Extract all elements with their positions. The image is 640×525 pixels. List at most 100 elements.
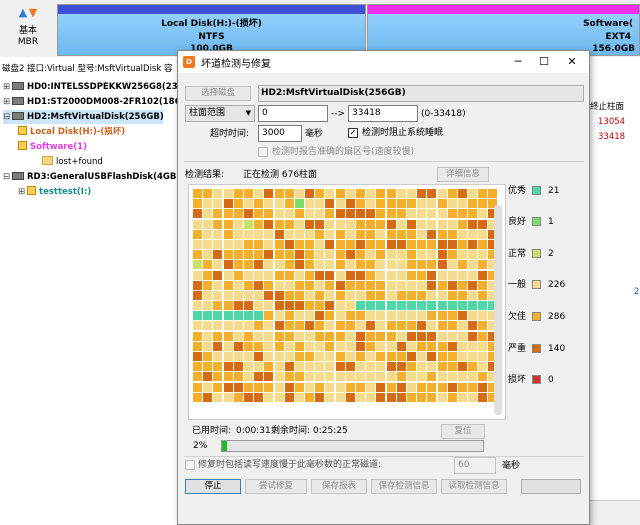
partition-bar-software[interactable]: Software( EXT4 156.0GB [367,4,640,56]
select-disk-button[interactable]: 选择磁盘 [185,86,251,101]
repair-ms-input[interactable]: 60 [454,457,496,474]
cylinder-block [274,341,284,351]
tree-node-hd2[interactable]: ⊟ HD2:MsftVirtualDisk(256GB) [3,110,164,124]
cylinder-block [468,382,478,392]
cylinder-block [386,362,396,372]
cylinder-block [243,362,253,372]
details-button[interactable]: 详细信息 [437,167,489,182]
cylinder-block [437,331,447,341]
reset-button[interactable]: 复位 [441,424,485,439]
cylinder-block [417,219,427,229]
cylinder-block [345,331,355,341]
cylinder-block [345,362,355,372]
tree-node-software[interactable]: Software(1) [18,140,87,154]
cylinder-block [345,321,355,331]
collapse-icon[interactable]: ⊟ [3,170,12,184]
expand-icon[interactable]: ⊞ [3,80,12,94]
cylinder-block [386,382,396,392]
used-time-value: 0:00:31 [236,426,271,436]
stop-button[interactable]: 停止 [185,479,241,494]
cylinder-block [335,382,345,392]
cylinder-block [335,321,345,331]
cylinder-block [305,341,315,351]
save-report-button[interactable]: 保存报表 [311,479,367,494]
timeout-input[interactable]: 3000 [258,125,302,142]
cylinder-block [406,372,416,382]
cylinder-block [203,280,213,290]
cylinder-block [254,199,264,209]
cylinder-block [193,290,202,300]
cylinder-block [468,250,478,260]
cylinder-block [356,382,365,392]
legend-damaged: 损坏 0 [508,375,554,385]
tree-node-rd3[interactable]: ⊟ RD3:GeneralUSBFlashDisk(4GB) [3,170,180,184]
cylinder-block [345,290,355,300]
report-sectors-checkbox[interactable] [258,147,268,157]
cylinder-block [305,352,315,361]
partition-bar-local-disk[interactable]: Local Disk(H:)-(损坏) NTFS 100.0GB [57,4,366,56]
tree-node-hd1[interactable]: ⊞ HD1:ST2000DM008-2FR102(1863G [3,95,193,109]
cylinder-block [305,239,315,249]
cylinder-block [274,209,284,219]
vertical-scrollbar[interactable] [494,205,502,415]
cylinder-block [233,321,243,331]
collapse-icon[interactable]: ⊟ [3,110,12,124]
cylinder-block [437,280,447,290]
cylinder-block [193,301,202,311]
repair-include-checkbox[interactable] [185,460,195,470]
prevent-sleep-checkbox[interactable]: ✓ [348,128,358,138]
cylinder-block [233,260,243,270]
cylinder-block [203,290,213,300]
cylinder-block [264,260,274,270]
cylinder-block [468,229,478,239]
expand-icon[interactable]: ⊞ [18,185,27,199]
cylinder-block [193,352,202,361]
cylinder-block [437,341,447,351]
cylinder-block [305,290,315,300]
range-type-select[interactable]: 柱面范围 ▼ [185,105,255,122]
save-scan-info-button[interactable]: 保存检测信息 [371,479,437,494]
cylinder-block [213,219,223,229]
nav-arrows[interactable]: ▲ ▼ [16,6,40,20]
cylinder-block [396,209,406,219]
cylinder-block [468,270,478,280]
cylinder-block [305,209,315,219]
cylinder-block [468,290,478,300]
load-scan-info-button[interactable]: 读取检测信息 [441,479,507,494]
cylinder-block [305,311,315,321]
tree-node-testtest[interactable]: ⊞ testtest(I:) [18,185,91,199]
cylinder-block [325,260,335,270]
maximize-icon[interactable]: ☐ [534,53,554,71]
cylinder-block [223,362,233,372]
cylinder-block [376,280,386,290]
close-dialog-button[interactable] [521,479,581,494]
cylinder-block [396,331,406,341]
try-repair-button[interactable]: 尝试修复 [245,479,307,494]
cylinder-block [447,250,457,260]
tree-node-lost-found[interactable]: lost+found [42,155,103,169]
cylinder-block [376,270,386,280]
up-arrow-icon[interactable]: ▲ [18,6,28,20]
range-to-input[interactable]: 33418 [348,105,418,122]
cylinder-block [315,362,325,372]
range-from-input[interactable]: 0 [258,105,328,122]
cylinder-block [457,321,467,331]
cylinder-block [233,209,243,219]
tree-node-hd0[interactable]: ⊞ HD0:INTELSSDPEKKW256G8(238G [3,80,191,94]
cylinder-block [243,239,253,249]
cylinder-block [376,321,386,331]
cylinder-block [294,311,304,321]
cylinder-block [213,290,223,300]
cylinder-block [386,392,396,402]
expand-icon[interactable]: ⊞ [3,95,12,109]
cylinder-block [386,321,396,331]
cylinder-block [335,250,345,260]
cylinder-block [396,321,406,331]
close-icon[interactable]: ✕ [562,53,582,71]
partition-name: Local Disk(H:)-(损坏) [161,19,262,29]
down-arrow-icon[interactable]: ▼ [28,6,38,20]
cylinder-block [417,270,427,280]
minimize-icon[interactable]: ─ [508,53,528,71]
cylinder-block [193,229,202,239]
tree-node-local-disk-h[interactable]: Local Disk(H:)-(损坏) [18,125,125,139]
